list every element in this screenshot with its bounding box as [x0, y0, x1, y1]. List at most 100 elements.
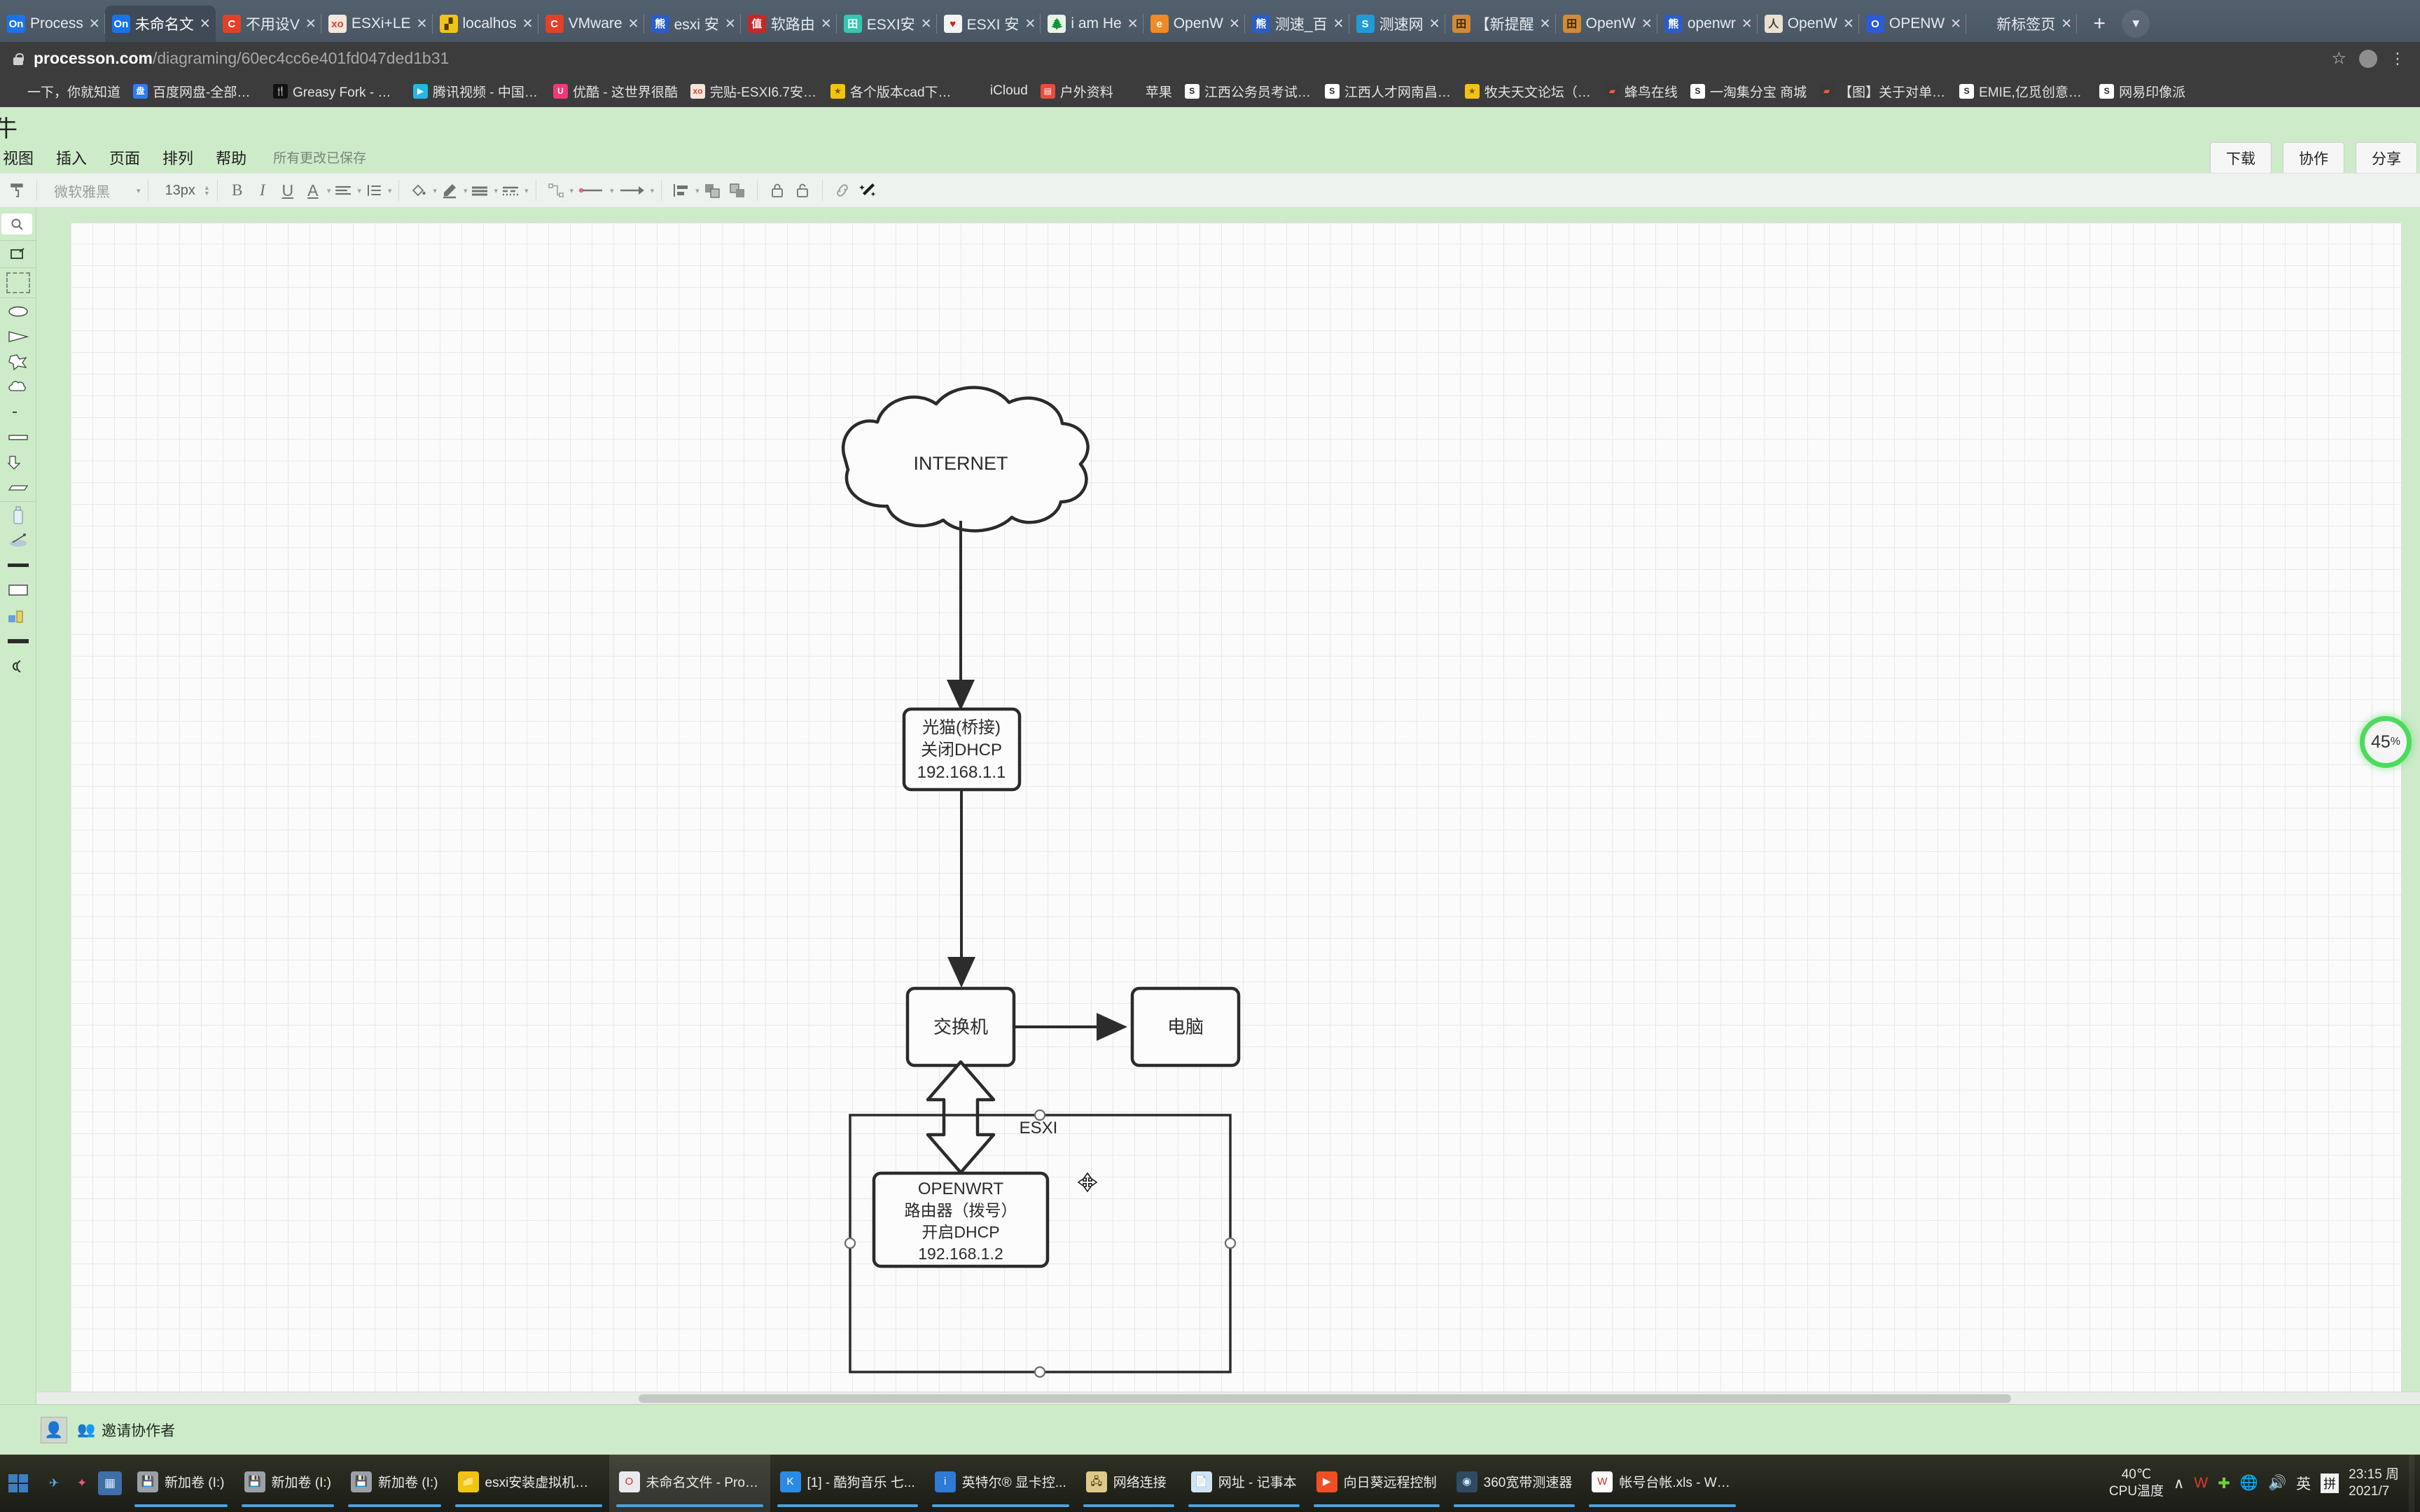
edge-switch-openwrt-double-arrow[interactable] — [926, 1060, 996, 1175]
battery-clipart-icon[interactable] — [6, 607, 30, 625]
quick-launch-app-blue-icon[interactable]: ✈ — [42, 1471, 66, 1495]
bent-arrow-shape-icon[interactable] — [6, 454, 30, 472]
browser-tab[interactable]: xo ESXi+LE ✕ — [321, 6, 433, 42]
font-size-input[interactable]: 13px — [155, 183, 201, 199]
line-style-solid-icon[interactable] — [467, 177, 492, 204]
bookmark-item[interactable]: 一下，你就知道 — [1, 82, 127, 101]
tab-close-icon[interactable]: ✕ — [820, 18, 833, 31]
avatar[interactable]: 👤 — [41, 1416, 67, 1443]
browser-tab[interactable]: 熊 esxi 安 ✕ — [644, 6, 741, 42]
header-action-button[interactable]: 下载 — [2210, 142, 2272, 174]
new-tab-button[interactable]: + — [2084, 8, 2115, 39]
scrollbar-thumb[interactable] — [639, 1394, 2011, 1403]
taskbar-task[interactable]: 📁 esxi安装虚拟机工... — [448, 1455, 609, 1512]
bookmark-item[interactable]: ★ 牧夫天文论坛（中... — [1459, 82, 1599, 101]
taskbar-task[interactable]: K [1] - 酷狗音乐 七... — [770, 1455, 925, 1512]
volume-tray-icon[interactable]: 🔊 — [2268, 1475, 2286, 1492]
taskbar-task[interactable]: 💾 新加卷 (I:) — [127, 1455, 235, 1512]
magic-style-icon[interactable] — [855, 177, 880, 204]
lock-icon[interactable] — [765, 177, 790, 204]
address-input[interactable]: processon.com/diagraming/60ec4cc6e401fd0… — [34, 49, 449, 68]
unlock-icon[interactable] — [790, 177, 815, 204]
tray-overflow-icon[interactable]: ∧ — [2174, 1475, 2184, 1492]
bookmark-item[interactable]: ▤ 户外资料 — [1034, 82, 1120, 101]
chevron-down-icon[interactable]: ▾ — [524, 186, 529, 195]
browser-tab[interactable]: On Process ✕ — [0, 6, 105, 42]
bookmark-item[interactable]: S 江西公务员考试网-... — [1178, 82, 1319, 101]
star-shape-icon[interactable] — [6, 353, 30, 371]
triangle-shape-icon[interactable] — [6, 328, 30, 346]
tab-close-icon[interactable]: ✕ — [1842, 18, 1855, 31]
taskbar-task[interactable]: ◉ 360宽带测速器 — [1447, 1455, 1583, 1512]
tab-close-icon[interactable]: ✕ — [1428, 18, 1441, 31]
ime-language-icon[interactable]: 英 — [2296, 1473, 2311, 1494]
browser-tab[interactable]: ▞ localhos ✕ — [433, 6, 538, 42]
show-desktop-button[interactable] — [2409, 1455, 2414, 1512]
diagram-node-switch[interactable]: 交换机 — [905, 986, 1016, 1068]
shape-search-icon[interactable] — [1, 214, 32, 234]
send-to-back-icon[interactable] — [725, 177, 750, 204]
browser-tab[interactable]: 田 ESXI安 ✕ — [837, 6, 937, 42]
text-align-button[interactable] — [331, 177, 356, 204]
tab-close-icon[interactable]: ✕ — [1024, 18, 1036, 31]
tab-close-icon[interactable]: ✕ — [1949, 18, 1962, 31]
bookmark-item[interactable]: U 优酷 - 这世界很酷 — [547, 82, 684, 101]
bottle-clipart-icon[interactable] — [6, 506, 30, 524]
app-menu-item[interactable]: 视图 — [0, 146, 45, 169]
network-tray-icon[interactable]: 🌐 — [2240, 1475, 2258, 1492]
line-color-icon[interactable] — [437, 177, 462, 204]
line-end-arrow-icon[interactable] — [614, 177, 649, 204]
font-color-button[interactable]: A — [300, 177, 326, 204]
header-action-button[interactable]: 分享 — [2356, 142, 2417, 174]
selection-handle-right[interactable] — [1224, 1237, 1237, 1250]
bookmark-item[interactable]: S 江西人才网南昌人... — [1319, 82, 1459, 101]
bookmark-item[interactable]: ★ 各个版本cad下载(... — [824, 82, 964, 101]
cpu-temperature-widget[interactable]: 40℃ CPU温度 — [2109, 1466, 2164, 1500]
browser-tab[interactable]: C 不用设V ✕ — [216, 6, 321, 42]
ruler-clipart-icon[interactable] — [6, 556, 30, 575]
dashed-frame-icon[interactable] — [6, 272, 30, 293]
taskbar-task[interactable]: 💾 新加卷 (I:) — [341, 1455, 448, 1512]
tab-close-icon[interactable]: ✕ — [88, 18, 101, 31]
start-button[interactable] — [0, 1455, 36, 1512]
bookmark-item[interactable]: S 网易印像派 — [2093, 82, 2192, 101]
wps-tray-icon[interactable]: W — [2194, 1475, 2208, 1492]
tab-close-icon[interactable]: ✕ — [2060, 18, 2073, 31]
app-menu-item[interactable]: 插入 — [45, 146, 98, 169]
selection-handle-top[interactable] — [1034, 1109, 1046, 1121]
tab-close-icon[interactable]: ✕ — [522, 18, 534, 31]
document-title[interactable]: 牛 — [0, 110, 18, 144]
taskbar-task[interactable]: W 帐号台帐.xls - WP... — [1582, 1455, 1743, 1512]
browser-tab[interactable]: 熊 openwr ✕ — [1657, 6, 1758, 42]
browser-tab[interactable]: 🌲 i am He ✕ — [1041, 6, 1143, 42]
bookmark-star-icon[interactable]: ☆ — [2331, 48, 2346, 69]
diagram-canvas[interactable]: INTERNET 光猫(桥接) 关闭DHCP 192.168.1.1 交换机 电… — [36, 209, 2420, 1404]
align-objects-icon[interactable] — [669, 177, 694, 204]
browser-tab[interactable]: ♥ ESXI 安 ✕ — [937, 6, 1041, 42]
zoom-level-badge[interactable]: 45% — [2360, 716, 2412, 768]
tab-close-icon[interactable]: ✕ — [920, 18, 933, 31]
connector-style-icon[interactable] — [543, 177, 569, 204]
app-menu-item[interactable]: 排列 — [151, 146, 204, 169]
bring-to-front-icon[interactable] — [700, 177, 725, 204]
font-size-stepper[interactable]: ▲ ▼ — [204, 184, 210, 196]
chevron-down-icon[interactable]: ▾ — [137, 186, 141, 195]
diagram-node-pc[interactable]: 电脑 — [1130, 986, 1241, 1068]
tab-close-icon[interactable]: ✕ — [1641, 18, 1653, 31]
link-icon[interactable] — [830, 177, 855, 204]
tab-close-icon[interactable]: ✕ — [1741, 18, 1753, 31]
diagram-page[interactable]: INTERNET 光猫(桥接) 关闭DHCP 192.168.1.1 交换机 电… — [70, 223, 2402, 1395]
parallelogram-shape-icon[interactable] — [6, 479, 30, 497]
tab-close-icon[interactable]: ✕ — [1127, 18, 1139, 31]
app-menu-item[interactable]: 页面 — [98, 146, 151, 169]
bookmark-item[interactable]: ▶ 腾讯视频 - 中国领... — [407, 82, 547, 101]
tab-close-icon[interactable]: ✕ — [1539, 18, 1552, 31]
browser-tab[interactable]: C VMware ✕ — [538, 6, 644, 42]
bookmark-item[interactable]: 盘百度网盘-全部文件 — [127, 82, 267, 101]
font-family-select[interactable]: 微软雅黑 — [44, 181, 135, 201]
selection-handle-left[interactable] — [844, 1237, 856, 1250]
bookmark-item[interactable]: ▰ 蜂鸟在线 — [1599, 82, 1684, 101]
taskbar-task[interactable]: ▶ 向日葵远程控制 — [1307, 1455, 1447, 1512]
tab-close-icon[interactable]: ✕ — [1333, 18, 1345, 31]
tab-close-icon[interactable]: ✕ — [199, 18, 211, 31]
